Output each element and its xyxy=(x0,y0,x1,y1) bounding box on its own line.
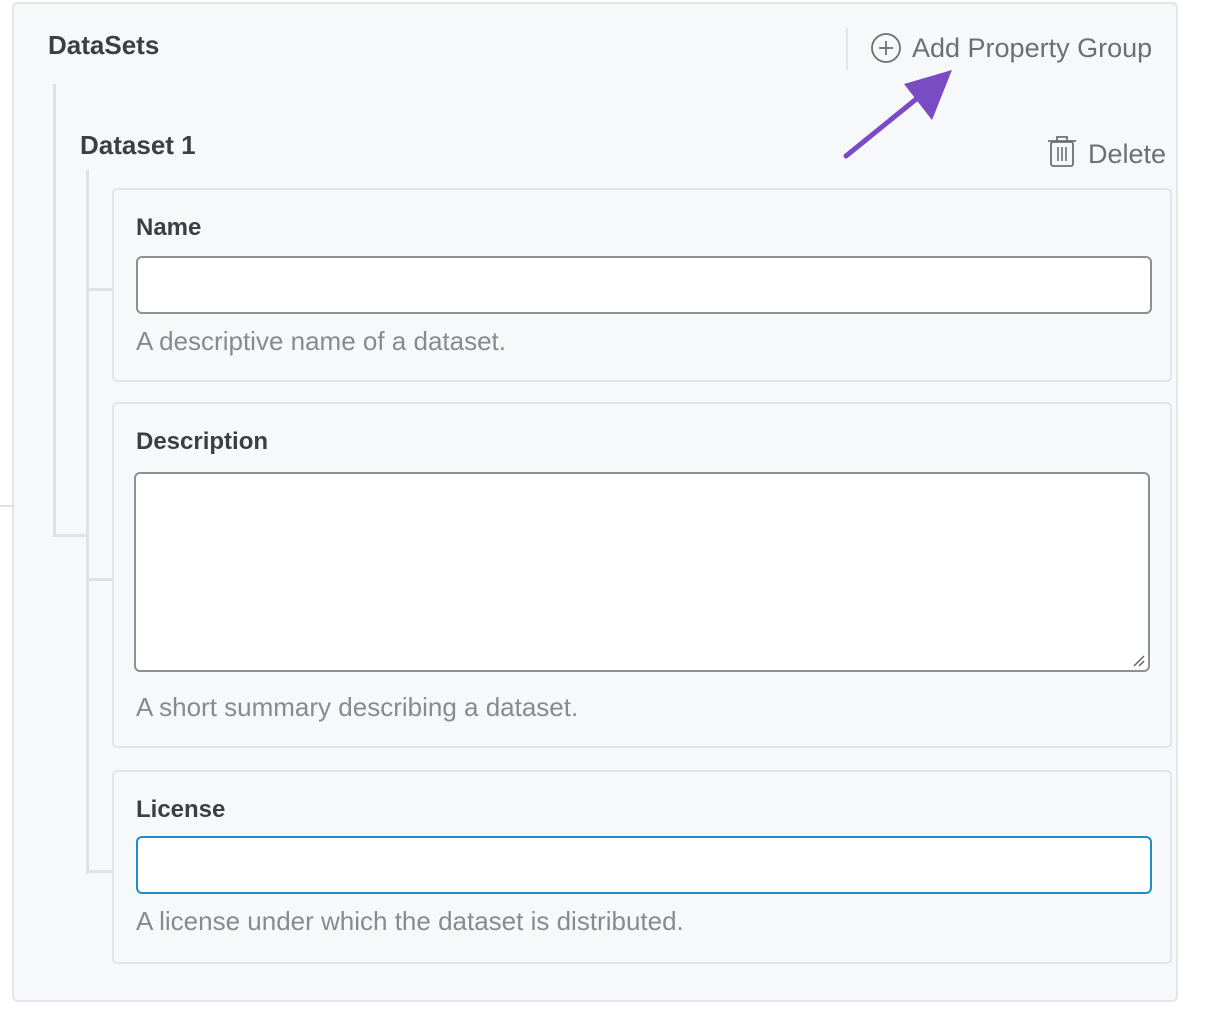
add-property-group-button[interactable]: Add Property Group xyxy=(870,30,1152,66)
plus-circle-icon xyxy=(870,32,902,64)
tree-branch-description xyxy=(86,578,112,581)
delete-dataset-button[interactable]: Delete xyxy=(1048,134,1166,175)
arrow-pointer-icon xyxy=(843,70,952,159)
section-title: DataSets xyxy=(48,30,160,60)
description-textarea[interactable] xyxy=(134,472,1150,672)
add-property-group-label: Add Property Group xyxy=(912,32,1153,63)
name-help-text: A descriptive name of a dataset. xyxy=(136,326,506,356)
tree-connector-outer-foot xyxy=(53,534,87,537)
datasets-panel: DataSets Add Property Group Dataset 1 De… xyxy=(12,2,1178,1002)
license-help-text: A license under which the dataset is dis… xyxy=(136,906,684,936)
trash-icon xyxy=(1048,134,1076,175)
license-field-label: License xyxy=(136,796,226,823)
description-help-text: A short summary describing a dataset. xyxy=(136,692,579,722)
description-field-card: Description A short summary describing a… xyxy=(112,402,1172,748)
tree-branch-name xyxy=(86,288,112,291)
header-divider xyxy=(846,28,848,70)
connector-stub xyxy=(0,505,12,507)
name-field-card: Name A descriptive name of a dataset. xyxy=(112,188,1172,382)
description-field-label: Description xyxy=(136,428,269,455)
delete-label: Delete xyxy=(1088,139,1167,169)
dataset-title: Dataset 1 xyxy=(80,130,196,160)
tree-connector-inner xyxy=(86,170,89,874)
resize-handle-icon[interactable] xyxy=(1132,654,1146,668)
tree-connector-outer xyxy=(53,84,56,536)
name-input[interactable] xyxy=(136,256,1152,314)
name-field-label: Name xyxy=(136,214,202,241)
license-field-card: License A license under which the datase… xyxy=(112,770,1172,964)
tree-branch-license xyxy=(86,870,112,873)
license-input[interactable] xyxy=(136,836,1152,894)
